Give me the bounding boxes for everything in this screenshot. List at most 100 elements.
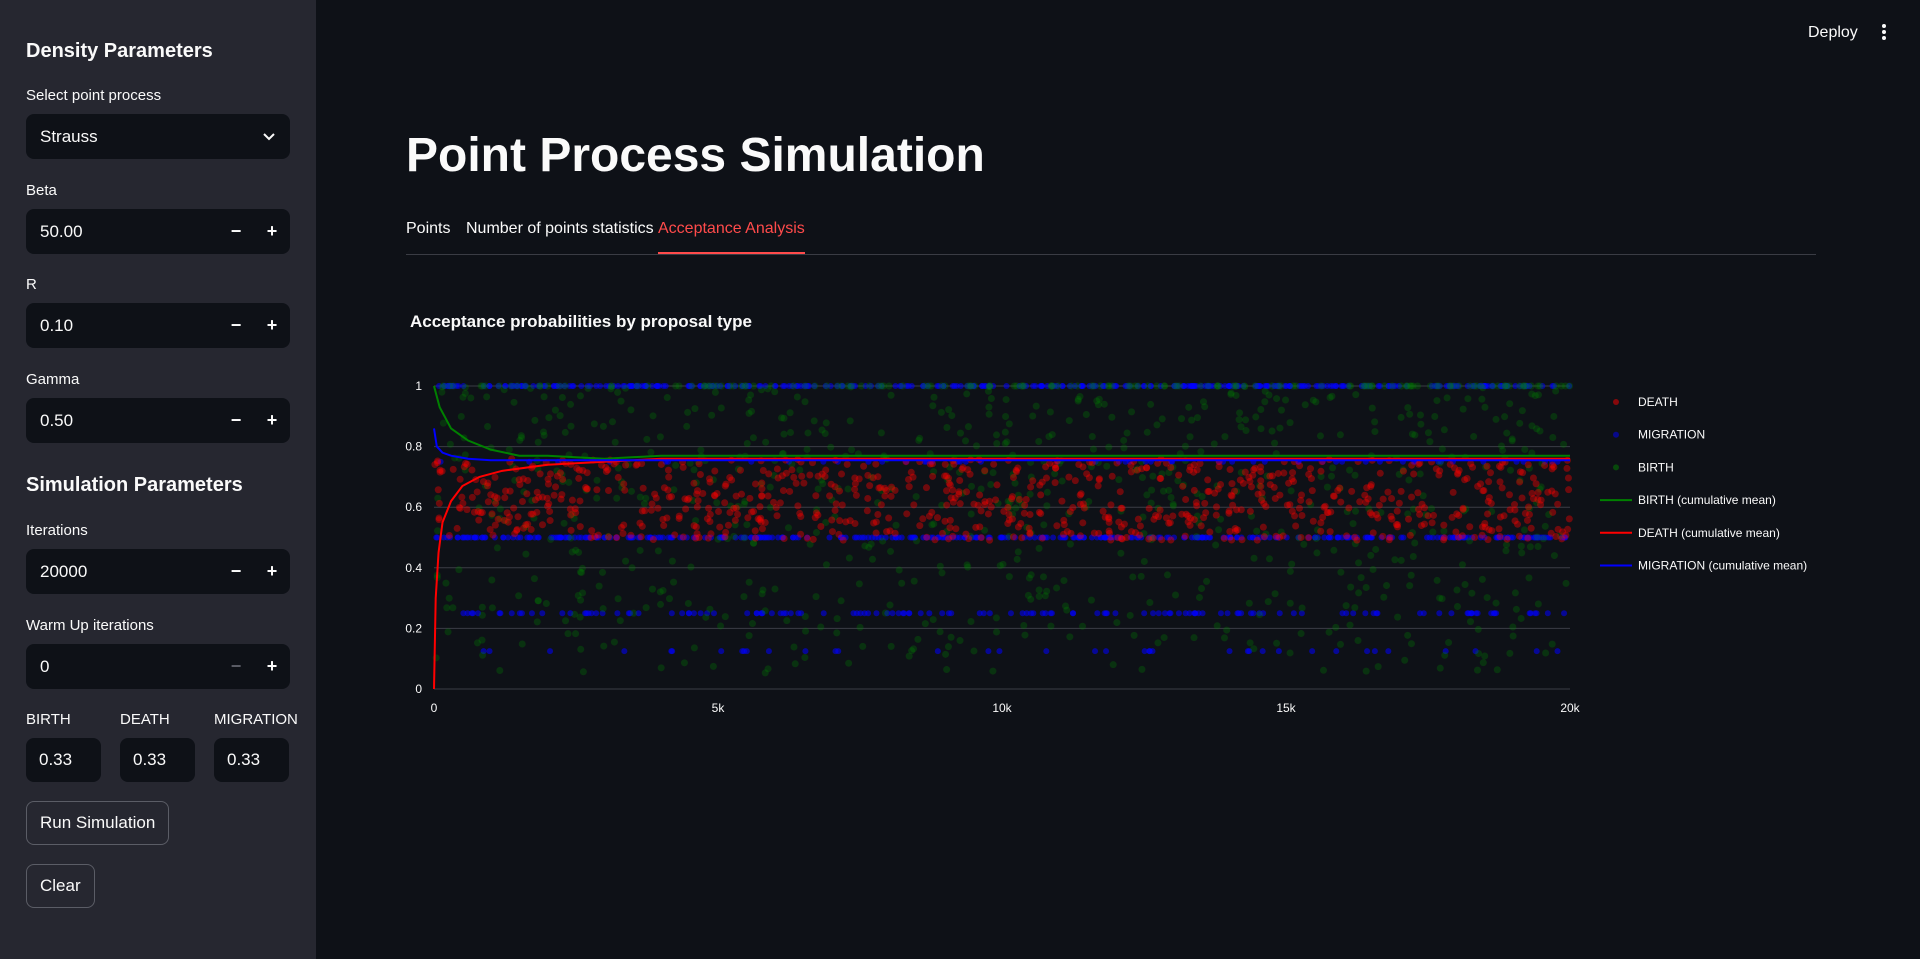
birth-point — [1351, 604, 1359, 612]
migration-point — [1275, 648, 1282, 655]
death-point — [831, 506, 839, 514]
birth-point — [1103, 462, 1111, 470]
death-point — [463, 506, 471, 514]
birth-point — [993, 628, 1001, 636]
migration-point — [953, 383, 960, 389]
birth-point — [1313, 549, 1321, 557]
death-point — [800, 479, 808, 487]
birth-point — [1014, 548, 1022, 556]
migration-point — [1398, 534, 1405, 541]
death-point — [827, 480, 835, 488]
migration-point — [1334, 534, 1341, 541]
death-point — [475, 516, 483, 524]
migration-point — [1007, 610, 1014, 617]
death-point — [1289, 469, 1297, 477]
migration-point — [1473, 610, 1480, 617]
birth-point — [1352, 507, 1360, 515]
death-point — [1483, 462, 1491, 470]
death-point — [751, 527, 759, 535]
birth-point — [855, 580, 863, 588]
birth-point — [1131, 382, 1139, 390]
death-point — [594, 531, 602, 539]
birth-point — [1250, 645, 1258, 653]
birth-point — [1347, 583, 1355, 591]
birth-point — [1516, 419, 1524, 427]
death-point — [1108, 472, 1116, 480]
migration-point — [654, 383, 661, 389]
birth-point — [822, 419, 830, 427]
birth-point — [1144, 382, 1152, 390]
death-point — [522, 521, 530, 529]
death-point — [1020, 509, 1028, 517]
birth-point — [913, 537, 921, 545]
death-point — [604, 466, 612, 474]
death-point — [1518, 494, 1526, 502]
birth-point — [590, 420, 598, 428]
birth-point — [505, 446, 513, 454]
birth-point — [1047, 382, 1055, 390]
birth-point — [1005, 573, 1013, 581]
birth-point — [1013, 555, 1021, 563]
migration-point — [1449, 534, 1456, 541]
death-point — [1515, 532, 1523, 540]
birth-point — [964, 423, 972, 431]
death-point — [1228, 536, 1236, 544]
birth-point — [1236, 409, 1244, 417]
birth-point — [665, 595, 673, 603]
y-tick-label: 0.8 — [405, 440, 422, 454]
death-point — [945, 535, 953, 543]
migration-point — [1448, 610, 1455, 617]
birth-point — [656, 588, 664, 596]
birth-point — [766, 483, 774, 491]
birth-point — [567, 534, 575, 542]
birth-point — [1549, 434, 1557, 442]
death-point — [1326, 528, 1334, 536]
death-point — [1317, 467, 1325, 475]
birth-point — [740, 500, 748, 508]
birth-point — [1329, 464, 1337, 472]
death-point — [1029, 477, 1037, 485]
birth-point — [1512, 605, 1520, 613]
migration-point — [873, 610, 880, 617]
migration-point — [1038, 383, 1045, 389]
death-point — [1471, 533, 1479, 541]
death-point — [839, 536, 847, 544]
birth-point — [531, 416, 539, 424]
birth-point — [1242, 427, 1250, 435]
death-point — [1554, 500, 1562, 508]
birth-point — [968, 482, 976, 490]
migration-point — [1161, 610, 1168, 617]
death-point — [431, 461, 439, 469]
death-point — [928, 508, 936, 516]
death-point — [782, 469, 790, 477]
death-point — [1283, 501, 1291, 509]
birth-point — [1475, 649, 1483, 657]
birth-point — [1509, 623, 1517, 631]
death-point — [1158, 536, 1166, 544]
legend-marker — [1613, 464, 1619, 471]
legend-label: BIRTH — [1638, 460, 1674, 474]
death-point — [665, 473, 673, 481]
birth-point — [811, 382, 819, 390]
birth-point — [1287, 487, 1295, 495]
death-point — [1275, 533, 1283, 541]
birth-point — [740, 534, 748, 542]
birth-point — [1388, 382, 1396, 390]
birth-point — [972, 442, 980, 450]
birth-point — [495, 382, 503, 390]
death-point — [651, 490, 659, 498]
birth-point — [636, 546, 644, 554]
birth-point — [1089, 445, 1097, 453]
death-point — [1156, 475, 1164, 483]
death-point — [1226, 528, 1234, 536]
birth-point — [714, 535, 722, 543]
death-point — [518, 497, 526, 505]
birth-point — [574, 592, 582, 600]
birth-point — [1130, 631, 1138, 639]
birth-point — [577, 645, 585, 653]
birth-point — [1533, 425, 1541, 433]
birth-point — [1047, 622, 1055, 630]
death-point — [1079, 463, 1087, 471]
death-point — [744, 514, 752, 522]
migration-point — [1533, 648, 1540, 655]
